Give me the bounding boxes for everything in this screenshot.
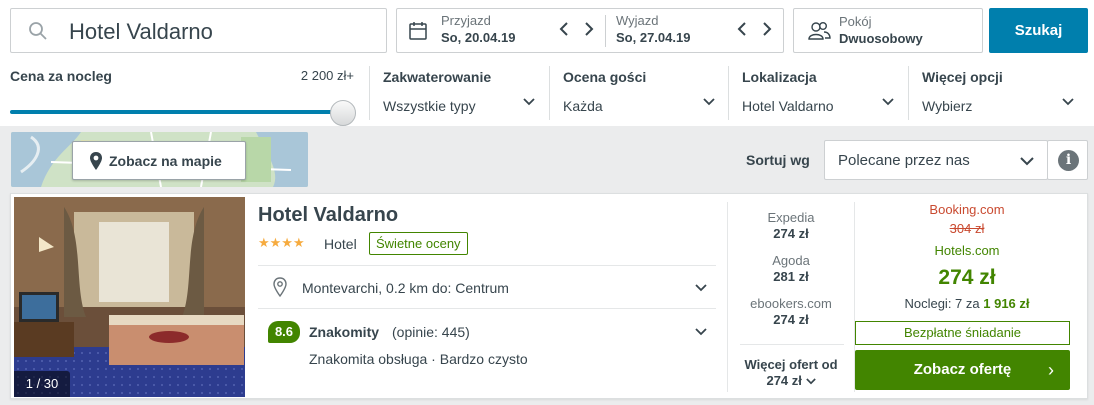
total-price: 1 916 zł (983, 296, 1030, 311)
sort-info-button[interactable]: i (1047, 140, 1088, 180)
review-count: (opinie: 445) (392, 324, 470, 340)
chevron-left-icon[interactable] (737, 22, 747, 36)
room-selector[interactable]: Pokój Dwuosobowy (793, 8, 983, 53)
destination-search-input[interactable]: Hotel Valdarno (10, 8, 387, 53)
rating-word[interactable]: Znakomity (309, 324, 379, 340)
checkin-value: So, 20.04.19 (441, 30, 516, 45)
chevron-down-icon (882, 98, 894, 106)
chevron-right-icon[interactable] (584, 22, 594, 36)
rating-score-badge: 8.6 (268, 321, 300, 343)
price-slider-handle[interactable] (330, 100, 356, 126)
price-slider-track[interactable] (10, 110, 344, 114)
deal-ebookers[interactable]: ebookers.com 274 zł (728, 296, 854, 327)
chevron-left-icon[interactable] (559, 22, 569, 36)
filter-guest-rating-label: Ocena gości (563, 69, 647, 85)
sort-label: Sortuj wg (746, 152, 810, 168)
search-button[interactable]: Szukaj (989, 8, 1088, 53)
filter-more-options[interactable]: Więcej opcji Wybierz (908, 66, 1088, 120)
location-pin-icon (273, 277, 287, 297)
room-value: Dwuosobowy (839, 31, 923, 46)
nights-prefix: Noclegi: 7 za (904, 296, 980, 311)
show-on-map-button[interactable]: Zobacz na mapie (72, 141, 246, 180)
filter-more-options-label: Więcej opcji (922, 69, 1003, 85)
deal-price: 274 zł (773, 226, 809, 241)
more-offers-label: Więcej ofert od (744, 357, 838, 372)
sort-select[interactable]: Polecane przez nas (824, 140, 1048, 180)
total-price-line: Noclegi: 7 za 1 916 zł (845, 296, 1089, 311)
free-breakfast-badge: Bezpłatne śniadanie (855, 321, 1070, 345)
chevron-down-icon (805, 378, 816, 385)
checkout-label: Wyjazd (616, 13, 659, 28)
deal-price: 281 zł (773, 269, 809, 284)
checkout-field[interactable]: Wyjazd So, 27.04.19 (616, 13, 690, 45)
deal-site: Expedia (767, 210, 815, 225)
more-offers-price-row: 274 zł (728, 373, 854, 389)
chevron-down-icon (703, 98, 715, 106)
room-label: Pokój (839, 14, 872, 29)
hotel-name[interactable]: Hotel Valdarno (258, 204, 398, 227)
deal-price: 274 zł (773, 312, 809, 327)
filter-location-label: Lokalizacja (742, 69, 817, 85)
info-icon: i (1058, 150, 1079, 171)
divider (258, 308, 716, 309)
best-offer-site: Hotels.com (934, 243, 1000, 258)
chevron-right-icon[interactable] (762, 22, 772, 36)
deal-site: Agoda (772, 253, 810, 268)
top-rated-badge: Świetne oceny (369, 232, 468, 255)
checkin-field[interactable]: Przyjazd So, 20.04.19 (441, 13, 515, 45)
filter-accommodation-label: Zakwaterowanie (383, 69, 492, 85)
price-label: Cena za nocleg (10, 68, 112, 84)
hotel-room-photo (14, 197, 245, 397)
filter-accommodation[interactable]: Zakwaterowanie Wszystkie typy (369, 66, 549, 120)
hotel-type: Hotel (324, 236, 357, 252)
view-offer-label: Zobacz ofertę (913, 361, 1012, 378)
filter-bar: Cena za nocleg 2 200 zł+ Zakwaterowanie … (0, 58, 1094, 126)
deal-agoda[interactable]: Agoda 281 zł (728, 253, 854, 284)
divider (258, 265, 716, 266)
chevron-down-icon (523, 98, 535, 106)
calendar-icon (409, 22, 427, 40)
sort-value: Polecane przez nas (838, 152, 970, 169)
checkout-arrows[interactable] (737, 20, 772, 41)
people-icon (808, 22, 831, 40)
filter-guest-rating[interactable]: Ocena gości Każda (549, 66, 729, 120)
filter-location[interactable]: Lokalizacja Hotel Valdarno (728, 66, 908, 120)
date-divider (605, 15, 606, 47)
more-offers-button[interactable]: Więcej ofert od 274 zł (728, 357, 854, 389)
deal-expedia[interactable]: Expedia 274 zł (728, 210, 854, 241)
chevron-down-icon (1020, 157, 1034, 166)
chevron-down-icon[interactable] (695, 284, 707, 292)
chevron-right-icon: › (1048, 360, 1054, 380)
date-picker[interactable]: Przyjazd So, 20.04.19 Wyjazd So, 27.04.1… (396, 8, 784, 53)
hotel-location[interactable]: Montevarchi, 0.2 km do: Centrum (302, 280, 509, 296)
chevron-down-icon (1062, 98, 1074, 106)
show-on-map-label: Zobacz na mapie (109, 153, 222, 169)
chevron-down-icon[interactable] (695, 328, 707, 336)
checkout-value: So, 27.04.19 (616, 30, 691, 45)
deal-site: ebookers.com (750, 296, 832, 311)
hotel-card[interactable]: 1 / 30 Hotel Valdarno ★★★★ Hotel Świetne… (10, 193, 1088, 399)
view-offer-button[interactable]: Zobacz ofertę › (855, 350, 1070, 390)
checkin-label: Przyjazd (441, 13, 491, 28)
checkin-arrows[interactable] (559, 20, 594, 41)
map-pin-icon (90, 152, 102, 170)
more-offers-price: 274 zł (766, 373, 802, 388)
star-rating: ★★★★ (258, 235, 305, 250)
divider (740, 344, 844, 345)
search-icon (29, 22, 47, 40)
review-highlights: Znakomita obsługa · Bardzo czysto (309, 351, 528, 367)
search-bar: Hotel Valdarno Przyjazd So, 20.04.19 Wyj… (0, 0, 1094, 66)
search-value: Hotel Valdarno (69, 19, 213, 44)
best-price[interactable]: 274 zł (845, 266, 1089, 290)
old-price: 304 zł (949, 221, 985, 236)
price-filter: Cena za nocleg 2 200 zł+ (10, 68, 356, 126)
best-offer-site-old: Booking.com (929, 202, 1005, 217)
price-max: 2 200 zł+ (300, 68, 354, 83)
photo-counter: 1 / 30 (14, 371, 70, 397)
hotel-photo[interactable]: 1 / 30 (14, 197, 245, 397)
